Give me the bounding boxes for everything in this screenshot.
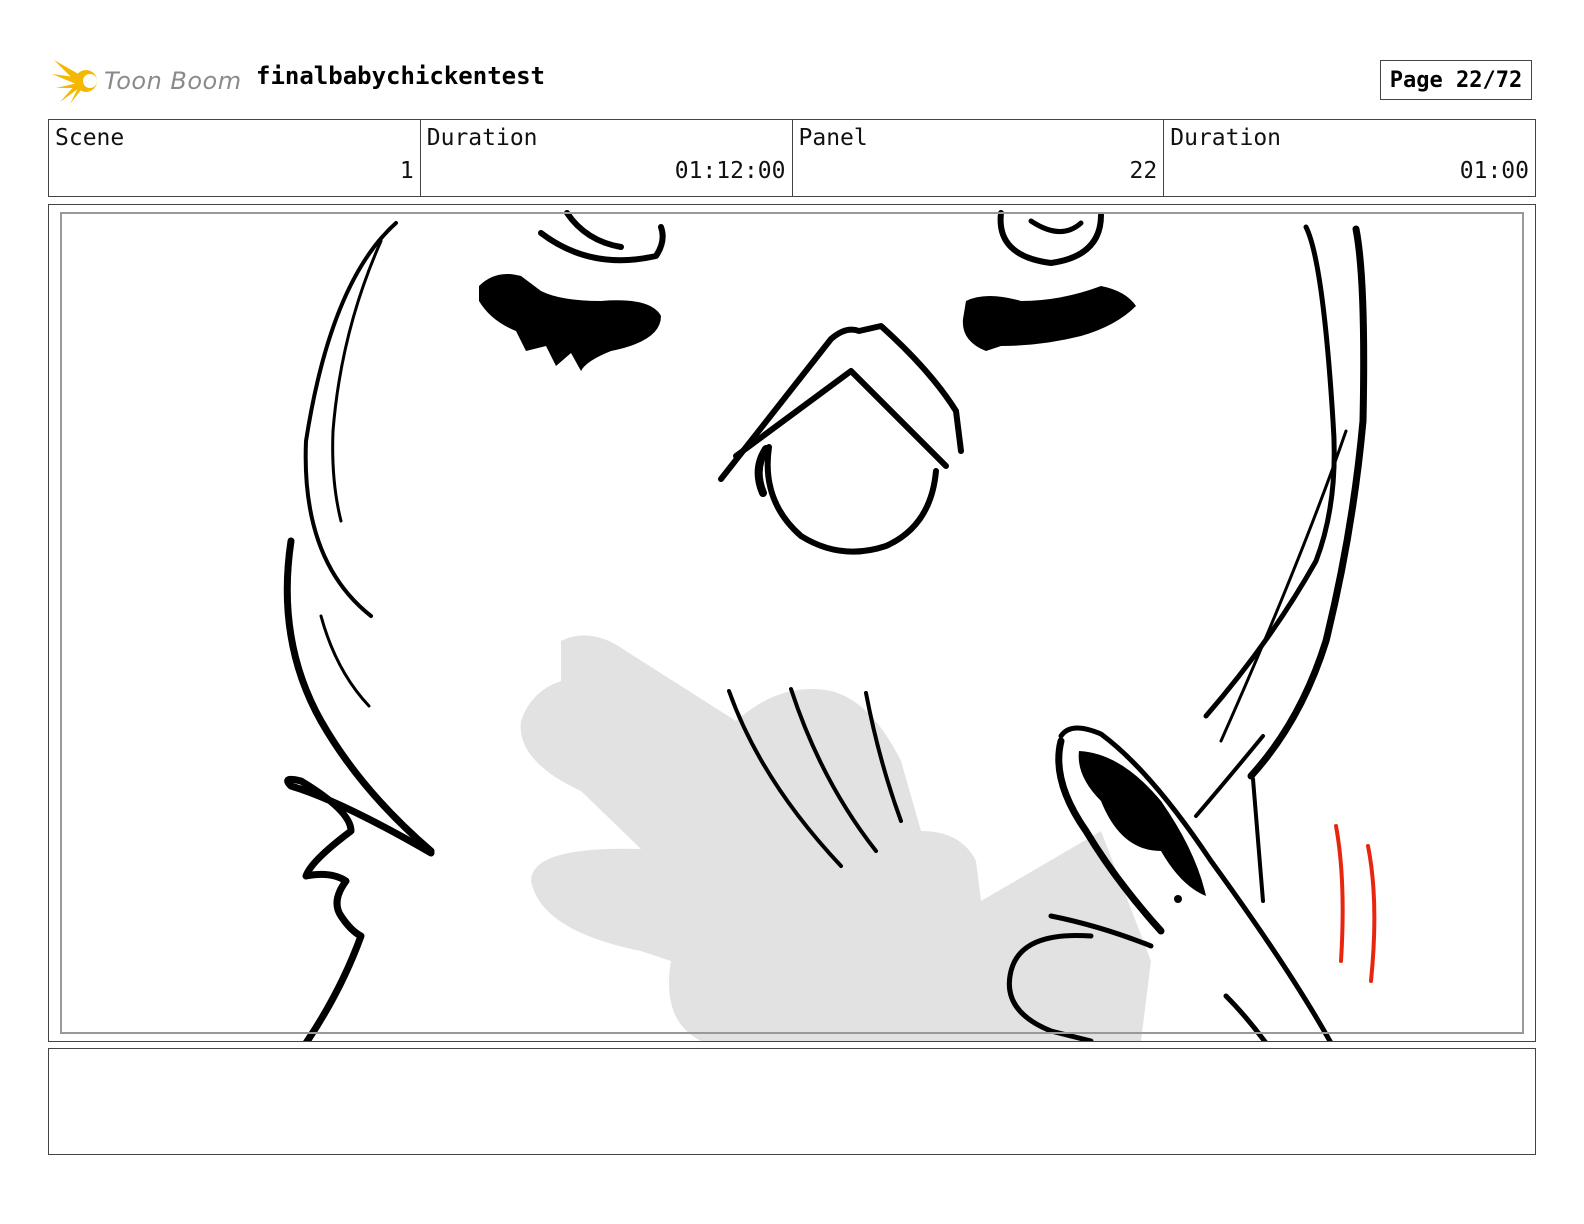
right-eye-lashes (962, 286, 1136, 351)
left-feathers (284, 775, 435, 1041)
panel-duration-cell: Duration 01:00 (1164, 120, 1535, 196)
head-right-neck (1251, 777, 1265, 903)
logo-wordmark: Toon Boom (104, 67, 242, 95)
right-eye-top (997, 210, 1104, 266)
scene-duration-value: 01:12:00 (674, 158, 786, 184)
panel-value: 22 (1129, 158, 1158, 184)
head-right-strand (1219, 429, 1348, 743)
starburst-icon (52, 60, 97, 104)
project-title: finalbabychickentest (256, 62, 545, 90)
scene-duration-label: Duration (426, 125, 538, 151)
scene-value: 1 (399, 158, 414, 184)
right-eye-curl (1028, 218, 1084, 234)
hand-lower-line (1223, 993, 1268, 1041)
scene-cell: Scene 1 (49, 120, 421, 196)
head-right-outline (1203, 224, 1337, 719)
scene-label: Scene (55, 125, 125, 151)
toon-boom-logo: Toon Boom (52, 56, 242, 106)
left-eye-lashes (479, 273, 661, 371)
panel-sketch (283, 210, 1377, 1041)
head-left-inner (331, 239, 383, 523)
hand-shadow (520, 635, 1151, 1041)
storyboard-info-row: Scene 1 Duration 01:12:00 Panel 22 Durat… (48, 119, 1536, 197)
motion-line-red-1 (1334, 824, 1345, 963)
panel-duration-label: Duration (1170, 125, 1282, 151)
panel-duration-value: 01:00 (1459, 158, 1529, 184)
head-left-hair-strand (319, 614, 371, 708)
panel-label: Panel (798, 125, 868, 151)
head-left-outline (303, 221, 398, 618)
page-indicator: Page 22/72 (1380, 60, 1532, 100)
left-eye-curl (564, 210, 624, 250)
mouth-open (764, 444, 939, 555)
scene-duration-cell: Duration 01:12:00 (421, 120, 793, 196)
head-right-outer (1247, 225, 1368, 780)
finger-dot (1174, 895, 1182, 903)
beak-outer (718, 323, 964, 482)
motion-line-red-2 (1366, 844, 1377, 983)
panel-cell: Panel 22 (793, 120, 1165, 196)
panel-notes-box[interactable] (48, 1048, 1536, 1155)
storyboard-panel-frame (48, 204, 1536, 1042)
